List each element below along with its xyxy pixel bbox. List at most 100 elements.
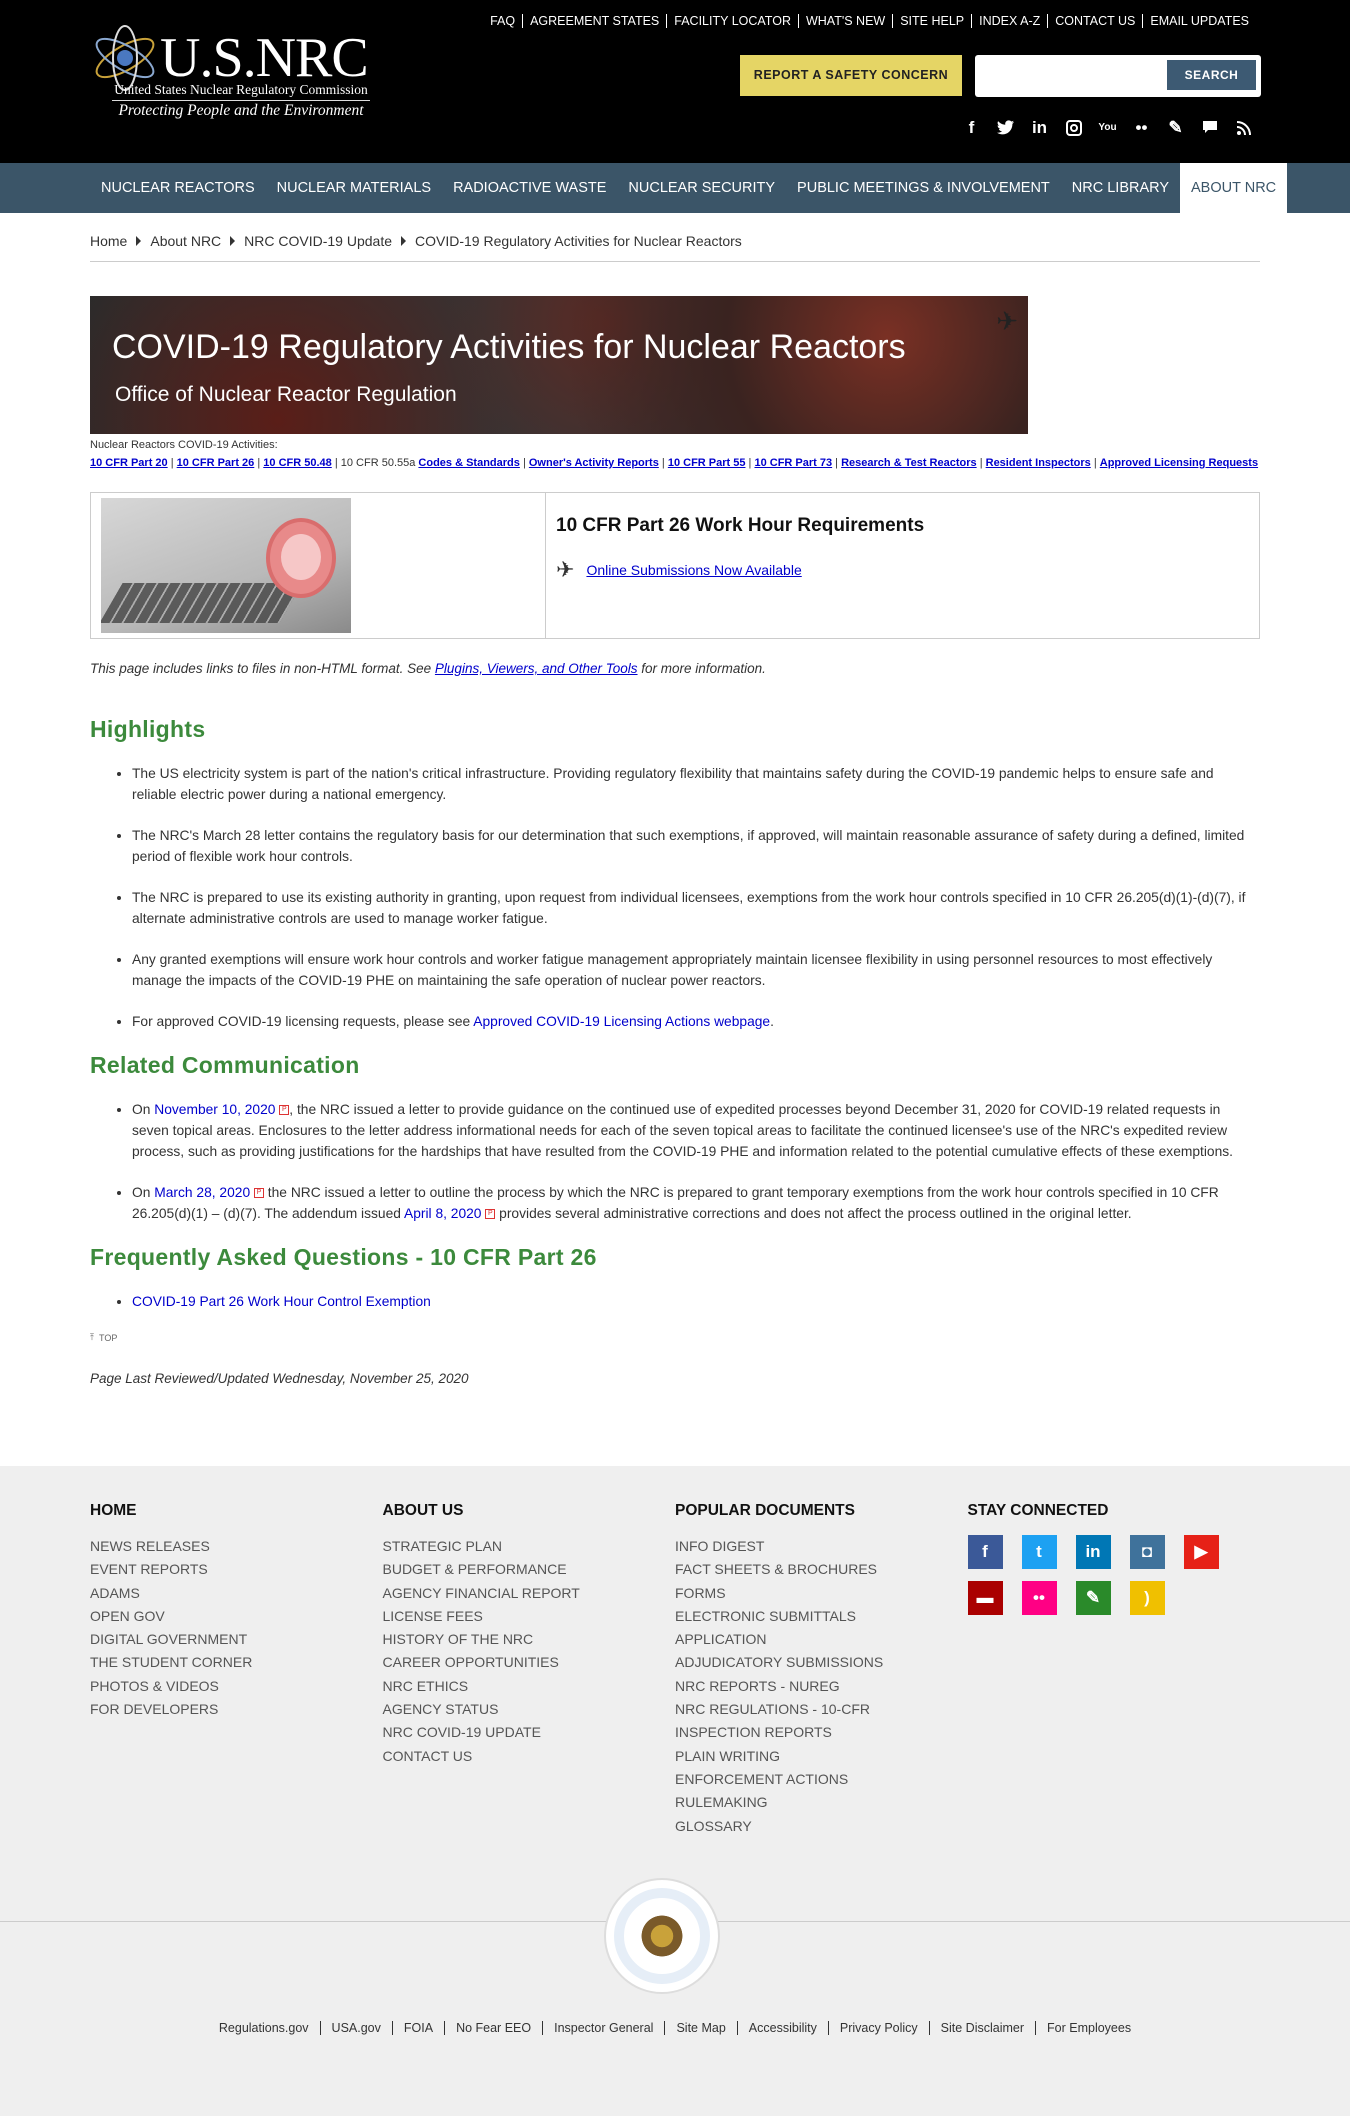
activity-link-codes-standards[interactable]: Codes & Standards — [418, 457, 519, 469]
footer-link[interactable]: PLAIN WRITING — [675, 1745, 968, 1768]
linkedin-icon[interactable]: in — [1028, 116, 1051, 139]
rss-icon[interactable]: ) — [1129, 1581, 1165, 1615]
instagram-icon[interactable] — [1062, 116, 1085, 139]
bottom-link-foia[interactable]: FOIA — [391, 2021, 444, 2035]
activity-link-part-73[interactable]: 10 CFR Part 73 — [754, 457, 832, 469]
november-10-letter-link[interactable]: November 10, 2020 — [154, 1102, 275, 1117]
twitter-icon[interactable]: t — [1021, 1535, 1057, 1569]
footer-link[interactable]: CAREER OPPORTUNITIES — [383, 1651, 676, 1674]
footer-link[interactable]: PHOTOS & VIDEOS — [90, 1675, 383, 1698]
footer-link[interactable]: HISTORY OF THE NRC — [383, 1628, 676, 1651]
bottom-link-disclaimer[interactable]: Site Disclaimer — [928, 2021, 1035, 2035]
footer-link[interactable]: ADAMS — [90, 1582, 383, 1605]
nav-public-meetings[interactable]: PUBLIC MEETINGS & INVOLVEMENT — [786, 163, 1061, 213]
activity-link-approved-licensing[interactable]: Approved Licensing Requests — [1100, 457, 1258, 469]
nav-radioactive-waste[interactable]: RADIOACTIVE WASTE — [442, 163, 617, 213]
utility-link-whats-new[interactable]: WHAT'S NEW — [797, 14, 892, 28]
activity-link-resident-inspectors[interactable]: Resident Inspectors — [986, 457, 1091, 469]
blog-icon[interactable]: ✎ — [1075, 1581, 1111, 1615]
footer-link[interactable]: OPEN GOV — [90, 1605, 383, 1628]
youtube-icon[interactable]: You — [1096, 116, 1119, 139]
footer-link[interactable]: AGENCY STATUS — [383, 1698, 676, 1721]
linkedin-icon[interactable]: in — [1075, 1535, 1111, 1569]
footer-link[interactable]: GLOSSARY — [675, 1815, 968, 1838]
footer-link[interactable]: INFO DIGEST — [675, 1535, 968, 1558]
utility-link-faq[interactable]: FAQ — [483, 14, 522, 28]
bottom-link-regulations-gov[interactable]: Regulations.gov — [208, 2021, 320, 2035]
breadcrumb-covid-update[interactable]: NRC COVID-19 Update — [244, 233, 392, 249]
footer-link[interactable]: APPLICATION — [675, 1628, 968, 1651]
bottom-link-usa-gov[interactable]: USA.gov — [319, 2021, 392, 2035]
youtube-icon[interactable]: ▶ — [1183, 1535, 1219, 1569]
rss-icon[interactable] — [1232, 116, 1255, 139]
nrc-logo[interactable]: U.S.NRC United States Nuclear Regulatory… — [90, 18, 370, 128]
utility-link-index[interactable]: INDEX A-Z — [971, 14, 1047, 28]
breadcrumb-home[interactable]: Home — [90, 233, 127, 249]
march-28-letter-link[interactable]: March 28, 2020 — [154, 1185, 250, 1200]
footer-link[interactable]: ELECTRONIC SUBMITTALS — [675, 1605, 968, 1628]
twitter-icon[interactable] — [994, 116, 1017, 139]
facebook-icon[interactable]: f — [960, 116, 983, 139]
search-input[interactable] — [981, 61, 1161, 91]
footer-link[interactable]: ADJUDICATORY SUBMISSIONS — [675, 1651, 968, 1674]
footer-link[interactable]: DIGITAL GOVERNMENT — [90, 1628, 383, 1651]
footer-link[interactable]: NRC COVID-19 UPDATE — [383, 1721, 676, 1744]
footer-link[interactable]: ENFORCEMENT ACTIONS — [675, 1768, 968, 1791]
footer-link[interactable]: NRC REGULATIONS - 10-CFR — [675, 1698, 968, 1721]
bottom-link-no-fear[interactable]: No Fear EEO — [444, 2021, 542, 2035]
footer-link[interactable]: EVENT REPORTS — [90, 1558, 383, 1581]
footer-link[interactable]: FOR DEVELOPERS — [90, 1698, 383, 1721]
utility-link-facility-locator[interactable]: FACILITY LOCATOR — [666, 14, 798, 28]
footer-link[interactable]: RULEMAKING — [675, 1791, 968, 1814]
footer-link[interactable]: THE STUDENT CORNER — [90, 1651, 383, 1674]
nav-nuclear-materials[interactable]: NUCLEAR MATERIALS — [266, 163, 442, 213]
activity-link-part-20[interactable]: 10 CFR Part 20 — [90, 457, 168, 469]
footer-link[interactable]: CONTACT US — [383, 1745, 676, 1768]
report-safety-concern-button[interactable]: REPORT A SAFETY CONCERN — [740, 55, 962, 96]
search-button[interactable]: SEARCH — [1167, 60, 1256, 90]
part-26-exemption-link[interactable]: COVID-19 Part 26 Work Hour Control Exemp… — [132, 1294, 431, 1309]
bottom-link-employees[interactable]: For Employees — [1035, 2021, 1142, 2035]
flickr-icon[interactable]: •• — [1021, 1581, 1057, 1615]
footer-link[interactable]: NRC ETHICS — [383, 1675, 676, 1698]
comment-icon[interactable] — [1198, 116, 1221, 139]
bottom-link-privacy[interactable]: Privacy Policy — [827, 2021, 929, 2035]
nav-about-nrc[interactable]: ABOUT NRC — [1180, 163, 1288, 213]
footer-link[interactable]: NEWS RELEASES — [90, 1535, 383, 1558]
bottom-link-site-map[interactable]: Site Map — [664, 2021, 736, 2035]
bottom-link-accessibility[interactable]: Accessibility — [736, 2021, 828, 2035]
flickr-icon[interactable]: •• — [1130, 116, 1153, 139]
footer-link[interactable]: AGENCY FINANCIAL REPORT — [383, 1582, 676, 1605]
back-to-top-link[interactable]: ⤒ TOP — [90, 1332, 1260, 1343]
activity-link-50-48[interactable]: 10 CFR 50.48 — [263, 457, 331, 469]
online-submissions-link[interactable]: Online Submissions Now Available — [586, 562, 801, 578]
nav-nrc-library[interactable]: NRC LIBRARY — [1061, 163, 1180, 213]
utility-link-contact[interactable]: CONTACT US — [1047, 14, 1142, 28]
footer-link[interactable]: STRATEGIC PLAN — [383, 1535, 676, 1558]
blog-icon[interactable]: ✎ — [1164, 116, 1187, 139]
utility-link-agreement-states[interactable]: AGREEMENT STATES — [522, 14, 666, 28]
bottom-link-inspector-general[interactable]: Inspector General — [542, 2021, 664, 2035]
comment-icon[interactable]: ▬ — [967, 1581, 1003, 1615]
breadcrumb-about-nrc[interactable]: About NRC — [150, 233, 221, 249]
activity-link-owners-reports[interactable]: Owner's Activity Reports — [529, 457, 659, 469]
footer-link[interactable]: BUDGET & PERFORMANCE — [383, 1558, 676, 1581]
plugins-viewers-link[interactable]: Plugins, Viewers, and Other Tools — [435, 661, 638, 676]
april-8-addendum-link[interactable]: April 8, 2020 — [404, 1206, 481, 1221]
utility-link-site-help[interactable]: SITE HELP — [892, 14, 971, 28]
utility-link-email-updates[interactable]: EMAIL UPDATES — [1142, 14, 1256, 28]
instagram-icon[interactable]: ◘ — [1129, 1535, 1165, 1569]
footer-link[interactable]: LICENSE FEES — [383, 1605, 676, 1628]
activity-link-part-26[interactable]: 10 CFR Part 26 — [177, 457, 255, 469]
activity-link-part-55[interactable]: 10 CFR Part 55 — [668, 457, 746, 469]
footer-link[interactable]: NRC REPORTS - NUREG — [675, 1675, 968, 1698]
nav-nuclear-reactors[interactable]: NUCLEAR REACTORS — [90, 163, 266, 213]
activity-link-research-test-reactors[interactable]: Research & Test Reactors — [841, 457, 977, 469]
approved-licensing-actions-link[interactable]: Approved COVID-19 Licensing Actions webp… — [473, 1014, 770, 1029]
facebook-icon[interactable]: f — [967, 1535, 1003, 1569]
logo-title: U.S.NRC — [160, 27, 369, 89]
footer-link[interactable]: FACT SHEETS & BROCHURES — [675, 1558, 968, 1581]
nav-nuclear-security[interactable]: NUCLEAR SECURITY — [617, 163, 786, 213]
footer-link[interactable]: INSPECTION REPORTS — [675, 1721, 968, 1744]
footer-link[interactable]: FORMS — [675, 1582, 968, 1605]
